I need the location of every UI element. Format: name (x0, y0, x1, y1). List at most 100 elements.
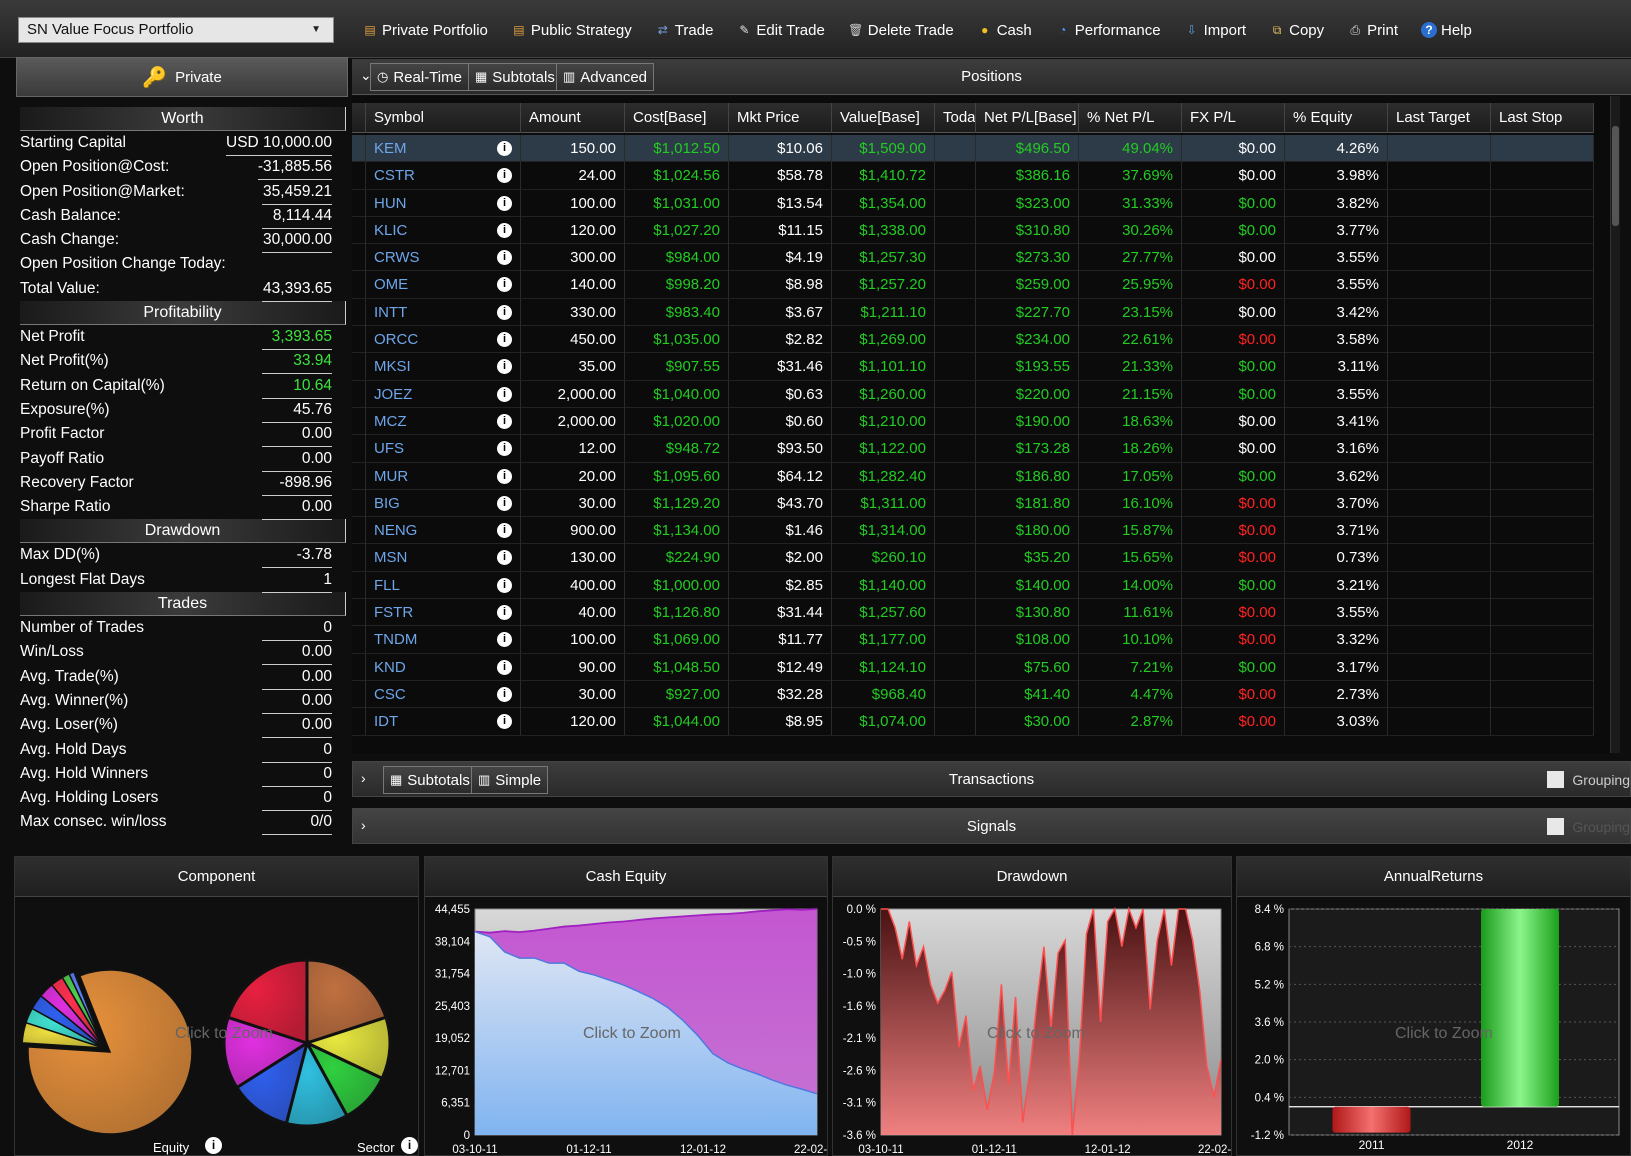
trade-button[interactable]: ⇄ Trade (655, 17, 714, 43)
column-header[interactable]: % Equity (1285, 103, 1388, 133)
portfolio-select[interactable]: SN Value Focus Portfolio ▼ (18, 17, 334, 43)
table-row[interactable]: FSTR i 40.00 $1,126.80 $31.44 $1,257.60 $130.8… (352, 599, 1594, 627)
table-row[interactable]: NENG i 900.00 $1,134.00 $1.46 $1,314.00 $180.0… (352, 517, 1594, 545)
column-header[interactable]: Net P/L[Base] (976, 103, 1079, 133)
info-icon[interactable]: i (497, 468, 512, 484)
grouping-checkbox[interactable] (1547, 818, 1565, 835)
info-icon[interactable]: i (497, 659, 512, 675)
table-cell: $0.00 (1182, 271, 1285, 299)
y-tick-label: 0 (464, 1130, 470, 1142)
table-cell: $2.00 (729, 544, 832, 572)
table-row[interactable]: INTT i 330.00 $983.40 $3.67 $1,211.10 $227.70 2… (352, 298, 1594, 327)
copy-icon: ⧉ (1272, 23, 1282, 37)
table-cell: $907.55 (625, 353, 729, 381)
table-cell: $1,210.00 (832, 407, 935, 435)
info-icon[interactable]: i (205, 1137, 222, 1154)
table-cell: $32.28 (729, 680, 832, 708)
info-icon[interactable]: i (497, 141, 512, 156)
info-icon[interactable]: i (497, 686, 512, 702)
info-icon[interactable]: i (497, 441, 512, 457)
delete-trade-button[interactable]: 🗑 Delete Trade (848, 17, 954, 43)
column-header[interactable]: Mkt Price (729, 103, 832, 133)
table-cell (1388, 626, 1491, 654)
table-row[interactable]: MSN i 130.00 $224.90 $2.00 $260.10 $35.20 15.65… (352, 544, 1594, 572)
table-row[interactable]: ORCC i 450.00 $1,035.00 $2.82 $1,269.00 $234.0… (352, 326, 1594, 354)
drawdown-chart-panel[interactable]: Drawdown 0.0 % -0.5 % -1.0 % -1.6 % -2.1 % -2… (832, 856, 1232, 1156)
table-cell: 10.10% (1079, 626, 1182, 654)
info-icon[interactable]: i (497, 386, 512, 402)
sig-grouping-toggle[interactable]: Grouping (1547, 818, 1630, 835)
column-header[interactable]: Value[Base] (832, 103, 935, 133)
table-row[interactable]: FLL i 400.00 $1,000.00 $2.85 $1,140.00 $140.00… (352, 571, 1594, 600)
column-header[interactable]: Symbol (366, 103, 521, 133)
table-row[interactable]: MUR i 20.00 $1,095.60 $64.12 $1,282.40 $186.80… (352, 462, 1594, 490)
table-cell: 2.87% (1079, 708, 1182, 736)
import-button[interactable]: ⇩ Import (1184, 17, 1247, 43)
table-cell: MCZ i (366, 407, 521, 435)
info-icon[interactable]: i (497, 222, 512, 238)
info-icon[interactable]: i (497, 359, 512, 375)
annual-returns-chart-panel[interactable]: AnnualReturns 8.4 % 6.8 % 5.2 % 3.6 % 2.0 % 0… (1236, 856, 1631, 1156)
scroll-thumb[interactable] (1612, 126, 1619, 226)
private-button[interactable]: 🔑 Private (16, 57, 348, 97)
column-header[interactable]: Amount (521, 103, 625, 133)
private-portfolio-button[interactable]: ▤ Private Portfolio (362, 17, 488, 43)
public-strategy-button[interactable]: ▤ Public Strategy (511, 17, 632, 43)
info-icon[interactable]: i (497, 632, 512, 648)
info-icon[interactable]: i (497, 577, 512, 593)
table-row[interactable]: HUN i 100.00 $1,031.00 $13.54 $1,354.00 $323.0… (352, 189, 1594, 217)
vertical-scrollbar[interactable] (1610, 96, 1620, 753)
component-chart-panel[interactable]: Component Click to Zoom Equity i Sector … (14, 856, 419, 1156)
info-icon[interactable]: i (497, 550, 512, 566)
column-header[interactable]: Last Stop (1491, 103, 1594, 133)
info-icon[interactable]: i (497, 332, 512, 348)
table-row[interactable]: CRWS i 300.00 $984.00 $4.19 $1,257.30 $273.30 2… (352, 244, 1594, 272)
info-icon[interactable]: i (497, 195, 512, 211)
info-icon[interactable]: i (497, 277, 512, 293)
table-cell (1388, 326, 1491, 354)
table-row[interactable]: TNDM i 100.00 $1,069.00 $11.77 $1,177.00 $108.… (352, 626, 1594, 654)
info-icon[interactable]: i (497, 605, 512, 621)
cash-equity-chart-panel[interactable]: Cash Equity 44,455 38,104 31,754 25,403 19,0… (424, 856, 828, 1156)
column-header[interactable]: Last Target (1388, 103, 1491, 133)
info-icon[interactable]: i (497, 413, 512, 429)
column-header[interactable]: Cost[Base] (625, 103, 729, 133)
info-icon[interactable]: i (497, 523, 512, 539)
table-row[interactable]: MKSI i 35.00 $907.55 $31.46 $1,101.10 $193.55 2… (352, 353, 1594, 381)
stat-value: 0 (262, 616, 332, 642)
row-gutter (352, 680, 366, 708)
table-row[interactable]: KND i 90.00 $1,048.50 $12.49 $1,124.10 $75.60 7… (352, 653, 1594, 681)
cash-button[interactable]: ● Cash (977, 17, 1032, 43)
info-icon[interactable]: i (401, 1137, 418, 1154)
table-cell: $220.00 (976, 380, 1079, 408)
info-icon[interactable]: i (497, 168, 512, 184)
info-icon[interactable]: i (497, 495, 512, 511)
copy-button[interactable]: ⧉ Copy (1269, 17, 1324, 43)
table-row[interactable]: CSTR i 24.00 $1,024.56 $58.78 $1,410.72 $386.1… (352, 162, 1594, 190)
table-row[interactable]: MCZ i 2,000.00 $1,020.00 $0.60 $1,210.00 $190.… (352, 407, 1594, 436)
print-button[interactable]: ⎙ Print (1347, 17, 1398, 43)
table-row[interactable]: CSC i 30.00 $927.00 $32.28 $968.40 $41.40 4.47%… (352, 680, 1594, 709)
info-icon[interactable]: i (497, 250, 512, 266)
info-icon[interactable]: i (497, 714, 512, 730)
table-cell (1388, 435, 1491, 463)
edit-trade-button[interactable]: ✎ Edit Trade (736, 17, 824, 43)
table-row[interactable]: KLIC i 120.00 $1,027.20 $11.15 $1,338.00 $310.… (352, 216, 1594, 245)
table-row[interactable]: JOEZ i 2,000.00 $1,040.00 $0.63 $1,260.00 $220… (352, 380, 1594, 408)
column-header[interactable]: Toda (935, 103, 976, 133)
info-icon[interactable]: i (497, 304, 512, 320)
table-row[interactable]: OME i 140.00 $998.20 $8.98 $1,257.20 $259.00 25… (352, 271, 1594, 299)
table-row[interactable]: BIG i 30.00 $1,129.20 $43.70 $1,311.00 $181.80… (352, 489, 1594, 518)
column-header[interactable]: % Net P/L (1079, 103, 1182, 133)
tx-grouping-toggle[interactable]: Grouping (1547, 771, 1630, 788)
table-cell: $11.15 (729, 216, 832, 244)
column-header[interactable]: FX P/L (1182, 103, 1285, 133)
performance-button[interactable]: ◔ Performance (1055, 17, 1161, 43)
table-row[interactable]: KEM i 150.00 $1,012.50 $10.06 $1,509.00 $496.5… (352, 135, 1594, 163)
help-button[interactable]: ? Help (1420, 17, 1472, 43)
grid-corner (352, 103, 366, 133)
table-row[interactable]: IDT i 120.00 $1,044.00 $8.95 $1,074.00 $30.00 2… (352, 708, 1594, 736)
table-row[interactable]: UFS i 12.00 $948.72 $93.50 $1,122.00 $173.28 18… (352, 435, 1594, 463)
click-to-zoom-label: Click to Zoom (1395, 1025, 1493, 1042)
grouping-checkbox[interactable] (1547, 771, 1565, 788)
